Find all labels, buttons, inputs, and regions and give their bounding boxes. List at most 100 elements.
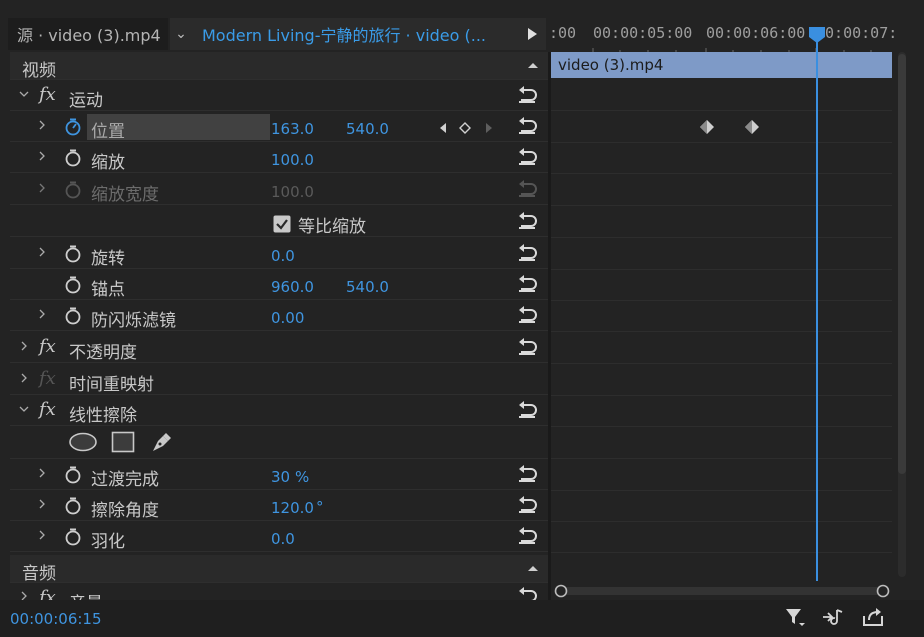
effect-motion[interactable]: fx 运动	[10, 81, 548, 111]
reset-icon[interactable]	[517, 212, 537, 230]
uniform-scale-checkbox[interactable]	[273, 215, 291, 233]
current-timecode[interactable]: 00:00:06:15	[10, 610, 102, 628]
vertical-scrollbar[interactable]	[895, 52, 909, 577]
property-wipe-angle[interactable]: 擦除角度 120.0 °	[10, 491, 548, 521]
section-audio[interactable]: 音频	[10, 555, 548, 584]
section-audio-label: 音频	[22, 564, 56, 584]
stopwatch-icon[interactable]	[64, 276, 82, 294]
wipe-angle-value[interactable]: 120.0	[271, 499, 314, 517]
timeline-row	[551, 428, 892, 459]
chevron-right-icon[interactable]	[36, 498, 48, 510]
stopwatch-icon[interactable]	[64, 528, 82, 546]
property-position[interactable]: 位置 163.0 540.0	[10, 112, 548, 142]
reset-icon[interactable]	[517, 587, 537, 600]
effect-linear-wipe[interactable]: fx 线性擦除	[10, 396, 548, 426]
horizontal-zoom-scrollbar[interactable]	[551, 584, 893, 598]
reset-icon[interactable]	[517, 244, 537, 262]
effect-volume[interactable]: fx 音量	[10, 584, 548, 600]
feather-value[interactable]: 0.0	[271, 530, 295, 548]
stopwatch-icon[interactable]	[64, 245, 82, 263]
reset-icon[interactable]	[517, 527, 537, 545]
property-rotation[interactable]: 旋转 0.0	[10, 239, 548, 269]
keyframe-icon[interactable]	[744, 119, 760, 135]
chevron-right-icon[interactable]	[36, 246, 48, 258]
section-video[interactable]: 视频	[10, 52, 548, 81]
reset-icon[interactable]	[517, 148, 537, 166]
time-ruler[interactable]: :00 00:00:05:00 00:00:06:00 00:00:07:	[549, 18, 924, 52]
transition-completion-value[interactable]: 30	[271, 468, 290, 486]
anti-flicker-value[interactable]: 0.00	[271, 309, 304, 327]
property-uniform-scale[interactable]: 等比缩放	[10, 207, 548, 237]
audio-icon[interactable]	[822, 606, 844, 628]
chevron-right-icon[interactable]	[36, 308, 48, 320]
effect-time-remap[interactable]: fx 时间重映射	[10, 365, 548, 395]
tab-source[interactable]: 源 · video (3).mp4	[8, 18, 168, 50]
playhead-handle[interactable]	[808, 26, 826, 44]
chevron-right-icon[interactable]	[18, 340, 30, 352]
position-x-value[interactable]: 163.0	[271, 120, 314, 138]
stopwatch-icon[interactable]	[64, 466, 82, 484]
effect-opacity[interactable]: fx 不透明度	[10, 333, 548, 363]
stopwatch-icon[interactable]	[64, 497, 82, 515]
degree-unit: °	[316, 498, 324, 516]
filter-icon[interactable]	[784, 606, 806, 628]
pen-mask-icon[interactable]	[150, 430, 174, 454]
play-icon[interactable]	[526, 26, 538, 42]
next-keyframe-icon[interactable]	[484, 122, 494, 134]
chevron-down-icon[interactable]: ⌄	[170, 26, 192, 42]
add-keyframe-icon[interactable]	[459, 122, 471, 134]
stopwatch-icon	[65, 181, 81, 199]
chevron-right-icon[interactable]	[18, 590, 30, 600]
chevron-down-icon[interactable]	[18, 88, 30, 100]
chevron-right-icon[interactable]	[36, 529, 48, 541]
property-transition-completion[interactable]: 过渡完成 30 %	[10, 460, 548, 490]
property-label: 羽化	[91, 532, 125, 552]
export-icon[interactable]	[862, 606, 884, 628]
chevron-right-icon[interactable]	[36, 182, 48, 194]
property-anti-flicker[interactable]: 防闪烁滤镜 0.00	[10, 301, 548, 331]
reset-icon[interactable]	[517, 401, 537, 419]
chevron-right-icon[interactable]	[36, 467, 48, 479]
property-anchor[interactable]: 锚点 960.0 540.0	[10, 270, 548, 300]
section-video-label: 视频	[22, 61, 56, 81]
reset-icon[interactable]	[517, 465, 537, 483]
chevron-right-icon[interactable]	[18, 372, 30, 384]
stopwatch-icon[interactable]	[64, 118, 82, 136]
ellipse-mask-icon[interactable]	[68, 432, 98, 452]
property-feather[interactable]: 羽化 0.0	[10, 522, 548, 552]
fx-icon[interactable]: fx	[39, 84, 56, 105]
collapse-up-icon[interactable]	[527, 61, 539, 69]
chevron-right-icon[interactable]	[36, 119, 48, 131]
rotation-value[interactable]: 0.0	[271, 247, 295, 265]
position-y-value[interactable]: 540.0	[346, 120, 389, 138]
clip-bar[interactable]: video (3).mp4	[551, 52, 892, 78]
reset-icon[interactable]	[517, 117, 537, 135]
scale-width-value: 100.0	[271, 183, 314, 201]
percent-unit: %	[295, 468, 310, 486]
stopwatch-icon[interactable]	[64, 149, 82, 167]
reset-icon[interactable]	[517, 496, 537, 514]
scale-value[interactable]: 100.0	[271, 151, 314, 169]
rect-mask-icon[interactable]	[111, 431, 135, 453]
tab-sequence[interactable]: ⌄ Modern Living-宁静的旅行 · video (...	[170, 18, 546, 50]
reset-icon[interactable]	[517, 306, 537, 324]
reset-icon	[519, 180, 537, 197]
anchor-x-value[interactable]: 960.0	[271, 278, 314, 296]
reset-icon[interactable]	[517, 86, 537, 104]
fx-icon[interactable]: fx	[39, 587, 56, 600]
keyframe-icon[interactable]	[699, 119, 715, 135]
reset-icon[interactable]	[517, 338, 537, 356]
playhead-line[interactable]	[816, 40, 818, 581]
chevron-down-icon[interactable]	[18, 403, 30, 415]
collapse-up-icon[interactable]	[527, 564, 539, 572]
property-scale[interactable]: 缩放 100.0	[10, 143, 548, 173]
reset-icon[interactable]	[517, 275, 537, 293]
timeline-row	[551, 491, 892, 522]
prev-keyframe-icon[interactable]	[438, 122, 448, 134]
fx-icon[interactable]: fx	[39, 336, 56, 357]
stopwatch-icon[interactable]	[64, 307, 82, 325]
anchor-y-value[interactable]: 540.0	[346, 278, 389, 296]
property-scale-width[interactable]: 缩放宽度 100.0	[10, 175, 548, 205]
fx-icon[interactable]: fx	[39, 399, 56, 420]
chevron-right-icon[interactable]	[36, 150, 48, 162]
